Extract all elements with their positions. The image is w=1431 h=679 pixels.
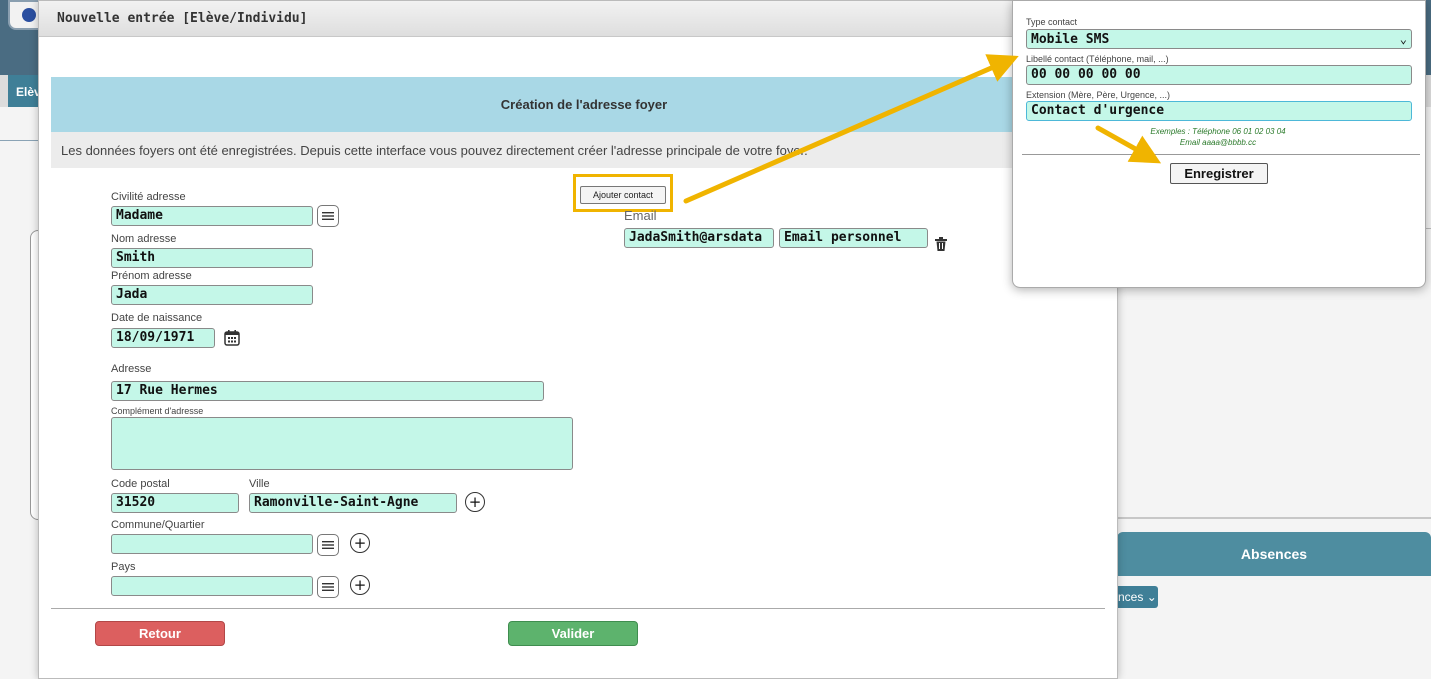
pays-label: Pays <box>111 561 136 573</box>
dialog-title: Nouvelle entrée [Elève/Individu] <box>57 11 308 26</box>
select-label: nces <box>1118 590 1144 604</box>
commune-label: Commune/Quartier <box>111 519 205 531</box>
libelle-contact-field[interactable]: 00 00 00 00 00 <box>1026 65 1412 85</box>
add-pays-button[interactable]: + <box>350 575 370 595</box>
add-commune-button[interactable]: + <box>350 533 370 553</box>
plus-icon: + <box>468 492 482 511</box>
retour-button[interactable]: Retour <box>95 621 225 646</box>
absences-select[interactable]: nces ⌄ <box>1112 586 1158 608</box>
code-postal-field[interactable]: 31520 <box>111 493 239 513</box>
extension-field[interactable]: Contact d'urgence <box>1026 101 1412 121</box>
adresse-field[interactable]: 17 Rue Hermes <box>111 381 544 401</box>
nom-field[interactable]: Smith <box>111 248 313 268</box>
chevron-down-icon: ⌄ <box>1399 32 1407 46</box>
complement-label: Complément d'adresse <box>111 406 204 416</box>
valider-button[interactable]: Valider <box>508 621 638 646</box>
list-icon[interactable] <box>317 576 339 598</box>
info-message: Les données foyers ont été enregistrées.… <box>51 132 1117 168</box>
section-title: Création de l'adresse foyer <box>51 77 1117 132</box>
list-icon[interactable] <box>317 534 339 556</box>
chevron-down-icon: ⌄ <box>1146 590 1157 604</box>
plus-icon: + <box>353 575 367 594</box>
type-contact-select[interactable]: Mobile SMS ⌄ <box>1026 29 1412 49</box>
civilite-label: Civilité adresse <box>111 191 186 203</box>
ville-label: Ville <box>249 478 270 490</box>
nom-label: Nom adresse <box>111 233 177 245</box>
type-contact-label: Type contact <box>1026 17 1078 27</box>
calendar-icon[interactable] <box>223 329 241 350</box>
pays-field[interactable] <box>111 576 313 596</box>
add-ville-button[interactable]: + <box>465 492 485 512</box>
absences-header: Absences <box>1117 532 1431 576</box>
email-field[interactable]: JadaSmith@arsdata <box>624 228 774 248</box>
ville-field[interactable]: Ramonville-Saint-Agne <box>249 493 457 513</box>
dialog-titlebar: Nouvelle entrée [Elève/Individu] <box>39 1 1117 37</box>
code-postal-label: Code postal <box>111 478 170 490</box>
adresse-label: Adresse <box>111 363 152 375</box>
email-type-field[interactable]: Email personnel <box>779 228 928 248</box>
divider <box>1117 517 1431 519</box>
extension-label: Extension (Mère, Père, Urgence, ...) <box>1026 90 1171 100</box>
naissance-label: Date de naissance <box>111 312 203 324</box>
prenom-label: Prénom adresse <box>111 270 192 282</box>
prenom-field[interactable]: Jada <box>111 285 313 305</box>
contact-popup: Type contact Mobile SMS ⌄ Libellé contac… <box>1012 0 1426 288</box>
civilite-field[interactable]: Madame <box>111 206 313 226</box>
trash-icon[interactable] <box>935 237 947 251</box>
examples-line-2: Email aaaa@bbbb.cc <box>1179 138 1257 147</box>
divider <box>1022 154 1420 155</box>
add-contact-button[interactable]: Ajouter contact <box>580 186 666 204</box>
divider <box>51 608 1105 609</box>
new-entry-dialog: Nouvelle entrée [Elève/Individu] Créatio… <box>38 0 1118 679</box>
type-contact-value: Mobile SMS <box>1031 31 1110 47</box>
list-icon[interactable] <box>317 205 339 227</box>
enregistrer-button[interactable]: Enregistrer <box>1170 163 1268 184</box>
email-label: Email <box>624 208 657 223</box>
libelle-contact-label: Libellé contact (Téléphone, mail, ...) <box>1026 54 1169 64</box>
naissance-field[interactable]: 18/09/1971 <box>111 328 215 348</box>
examples-line-1: Exemples : Téléphone 06 01 02 03 04 <box>1150 127 1286 136</box>
plus-icon: + <box>353 533 367 552</box>
complement-field[interactable] <box>111 417 573 470</box>
examples-hint: Exemples : Téléphone 06 01 02 03 04 Emai… <box>1073 126 1363 148</box>
commune-field[interactable] <box>111 534 313 554</box>
